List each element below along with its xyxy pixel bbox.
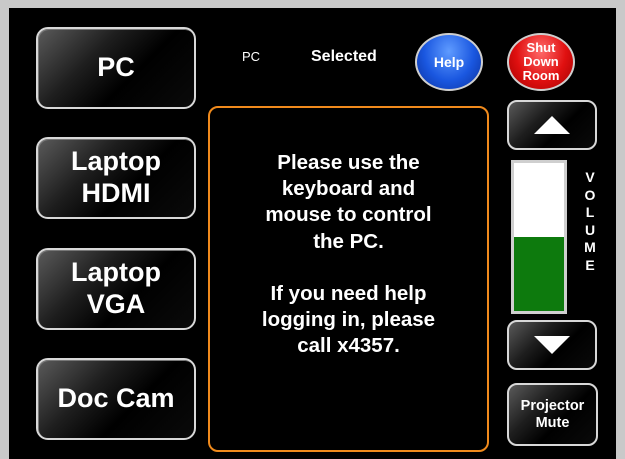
help-label: Help bbox=[433, 54, 465, 70]
up-triangle-icon bbox=[534, 116, 570, 134]
shut-down-room-button[interactable]: Shut Down Room bbox=[507, 33, 575, 91]
instructions-text-2: If you need help logging in, please call… bbox=[261, 281, 436, 358]
selected-status-text: Selected bbox=[311, 48, 377, 65]
down-triangle-icon bbox=[534, 336, 570, 354]
instructions-text-1: Please use the keyboard and mouse to con… bbox=[265, 151, 432, 253]
volume-down-button[interactable] bbox=[507, 320, 597, 370]
volume-level-fill bbox=[514, 237, 564, 311]
current-source-text: PC bbox=[242, 49, 261, 64]
source-label-doc-cam: Doc Cam bbox=[57, 383, 175, 414]
source-label-pc: PC bbox=[97, 52, 135, 83]
source-button-doc-cam[interactable]: Doc Cam bbox=[36, 358, 196, 440]
volume-meter[interactable] bbox=[511, 160, 567, 314]
help-button[interactable]: Help bbox=[415, 33, 483, 91]
volume-label: V O L U M E bbox=[584, 169, 596, 273]
volume-up-button[interactable] bbox=[507, 100, 597, 150]
source-button-laptop-vga[interactable]: Laptop VGA bbox=[36, 248, 196, 330]
source-button-laptop-hdmi[interactable]: Laptop HDMI bbox=[36, 137, 196, 219]
projector-mute-button[interactable]: Projector Mute bbox=[507, 383, 598, 446]
shut-down-label: Shut Down Room bbox=[522, 39, 560, 84]
source-label-laptop-vga: Laptop VGA bbox=[71, 257, 161, 319]
source-button-pc[interactable]: PC bbox=[36, 27, 196, 109]
control-panel: PC Laptop HDMI Laptop VGA Doc Cam PC Sel… bbox=[9, 8, 616, 459]
instructions-box: Please use the keyboard and mouse to con… bbox=[208, 106, 489, 452]
projector-mute-label: Projector Mute bbox=[520, 397, 585, 431]
source-label-laptop-hdmi: Laptop HDMI bbox=[71, 146, 161, 208]
